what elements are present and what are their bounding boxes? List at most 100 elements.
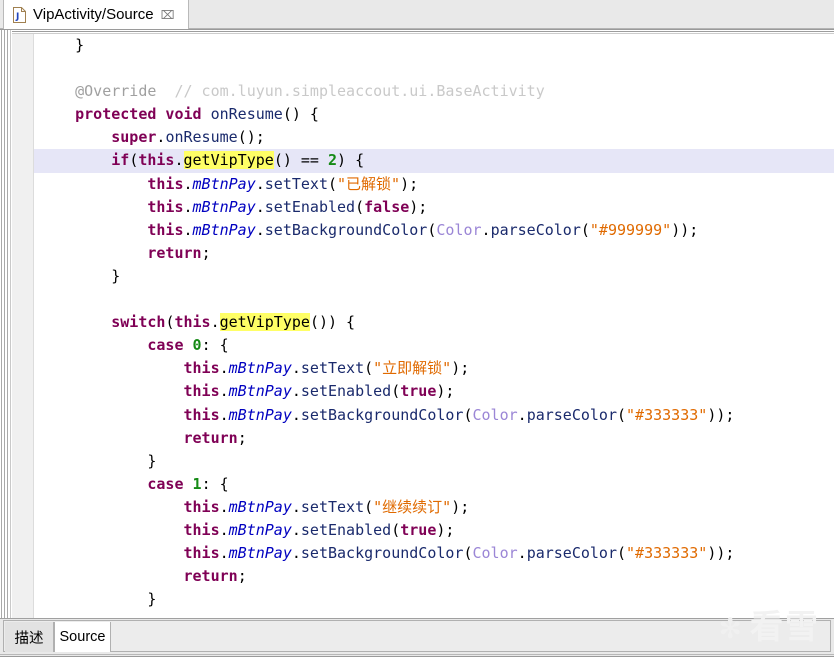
bottom-tab-description[interactable]: 描述 [5, 622, 54, 652]
code-token-str: "#333333" [626, 544, 708, 563]
frame-line-4 [10, 30, 11, 619]
code-line[interactable]: } [34, 34, 834, 57]
code-token-num: 0 [192, 336, 202, 355]
code-token-pl: . [219, 405, 229, 424]
editor-gutter[interactable] [12, 34, 34, 619]
code-token-pl: () == [273, 151, 328, 170]
code-line[interactable]: this.mBtnPay.setEnabled(false); [34, 196, 834, 219]
code-line[interactable]: if(this.getVipType() == 2) { [34, 149, 834, 173]
code-token-str: "已解锁" [337, 174, 401, 193]
code-token-str: "立即解锁" [373, 359, 452, 378]
code-token-kw: false [364, 197, 410, 216]
code-line[interactable]: this.mBtnPay.setText("已解锁"); [34, 173, 834, 196]
code-line[interactable] [34, 57, 834, 80]
code-token-pl: ) { [337, 151, 365, 170]
code-token-fld: mBtnPay [228, 544, 292, 563]
java-file-icon: J [12, 6, 27, 23]
code-line[interactable]: return; [34, 427, 834, 450]
code-token-kw: this [183, 497, 220, 516]
code-token-cls: Color [472, 405, 518, 424]
code-line[interactable]: this.mBtnPay.setBackgroundColor(Color.pa… [34, 219, 834, 242]
code-token-mth: setText [264, 174, 328, 193]
code-token-pl: . [219, 520, 229, 539]
code-line[interactable]: return; [34, 565, 834, 588]
code-token-pl: . [517, 405, 527, 424]
code-token-kw: this [183, 405, 220, 424]
code-token-pl: . [255, 174, 265, 193]
code-token-kw: super [111, 128, 157, 147]
close-icon[interactable]: ⌧ [161, 9, 175, 21]
code-token-fld: mBtnPay [192, 174, 256, 193]
code-token-str: "继续续订" [373, 497, 452, 516]
tab-vipactivity-source[interactable]: J VipActivity/Source ⌧ [3, 0, 189, 29]
code-line[interactable]: this.mBtnPay.setEnabled(true); [34, 519, 834, 542]
code-line[interactable]: super.onResume(); [34, 126, 834, 149]
code-line[interactable]: this.mBtnPay.setBackgroundColor(Color.pa… [34, 542, 834, 565]
code-token-kw: return [147, 243, 202, 262]
frame-line-1 [1, 30, 2, 619]
code-token-cmt: // com.luyun.simpleaccout.ui.BaseActivit… [174, 82, 545, 101]
code-line[interactable] [34, 288, 834, 311]
code-token-cls: Color [472, 544, 518, 563]
code-token-kw: return [183, 567, 238, 586]
code-token-mth: setBackgroundColor [300, 544, 464, 563]
code-line[interactable]: } [34, 450, 834, 473]
code-line[interactable]: return; [34, 242, 834, 265]
bottom-tab-strip: 描述 Source [3, 620, 831, 652]
code-token-pl: ( [364, 359, 374, 378]
code-token-pl: ( [580, 220, 590, 239]
editor-bottom-tabbar: 描述 Source [0, 618, 834, 657]
search-highlight-token: getVipType [219, 313, 310, 332]
code-token-pl: . [183, 197, 193, 216]
code-token-kw: this [183, 520, 220, 539]
code-line[interactable]: this.mBtnPay.setText("继续续订"); [34, 496, 834, 519]
code-token-pl: )); [707, 544, 735, 563]
code-token-kw: case [147, 474, 184, 493]
code-token-pl: . [255, 220, 265, 239]
code-token-str: "#999999" [589, 220, 672, 239]
code-token-mth: setBackgroundColor [300, 405, 464, 424]
code-canvas[interactable]: } @Override // com.luyun.simpleaccout.ui… [34, 34, 834, 619]
code-token-kw: protected void [75, 105, 202, 124]
code-token-kw: return [183, 428, 238, 447]
code-token-pl: ( [463, 405, 473, 424]
code-token-pl: } [147, 590, 157, 609]
code-lines[interactable]: } @Override // com.luyun.simpleaccout.ui… [34, 34, 834, 611]
code-line[interactable]: this.mBtnPay.setText("立即解锁"); [34, 357, 834, 380]
code-line[interactable]: switch(this.getVipType()) { [34, 311, 834, 334]
code-token-pl: : { [201, 474, 229, 493]
editor-top-rule [12, 31, 834, 32]
code-line[interactable]: case 0: { [34, 334, 834, 357]
code-token-fld: mBtnPay [228, 497, 292, 516]
search-highlight-token: getVipType [183, 151, 274, 170]
code-line[interactable]: @Override // com.luyun.simpleaccout.ui.B… [34, 80, 834, 103]
code-token-pl: . [291, 382, 301, 401]
code-line[interactable]: } [34, 588, 834, 611]
code-token-fld: mBtnPay [192, 220, 256, 239]
code-line[interactable]: this.mBtnPay.setEnabled(true); [34, 380, 834, 403]
code-line[interactable]: this.mBtnPay.setBackgroundColor(Color.pa… [34, 404, 834, 427]
bottom-tab-source[interactable]: Source [54, 622, 111, 652]
code-line[interactable]: } [34, 265, 834, 288]
code-line[interactable]: case 1: { [34, 473, 834, 496]
code-token-pl: ( [364, 497, 374, 516]
code-token-fld: mBtnPay [192, 197, 256, 216]
bottom-tab-description-label: 描述 [14, 630, 44, 647]
code-token-pl: . [291, 544, 301, 563]
code-token-pl: ); [451, 359, 470, 378]
code-token-mth: setEnabled [264, 197, 356, 216]
code-token-pl: . [481, 220, 491, 239]
code-token-mth: setBackgroundColor [264, 220, 428, 239]
code-line[interactable]: protected void onResume() { [34, 103, 834, 126]
